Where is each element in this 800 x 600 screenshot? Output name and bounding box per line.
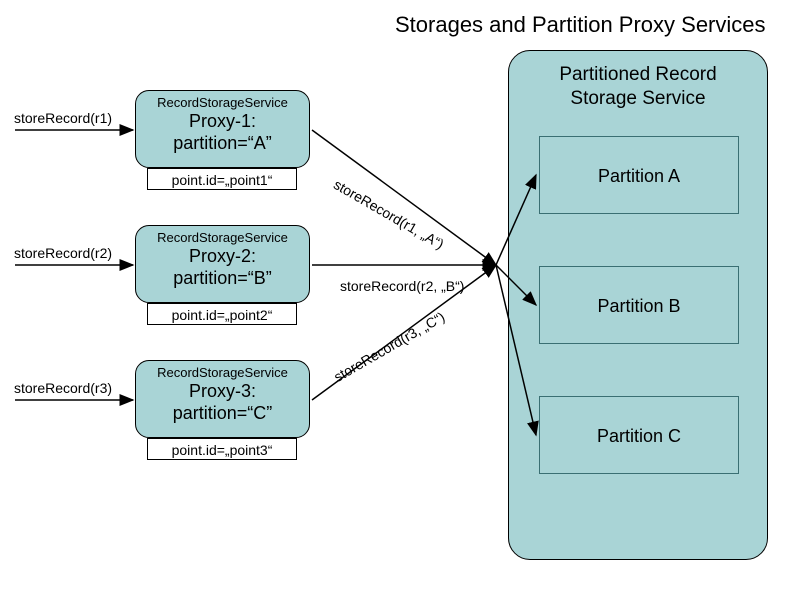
proxy-1-name: Proxy-1:	[136, 110, 309, 132]
proxy-3-pointid: point.id=„point3“	[147, 438, 297, 460]
partition-c-box: Partition C	[539, 396, 739, 474]
proxy-1-box: RecordStorageService Proxy-1: partition=…	[135, 90, 310, 168]
proxy-3-partition: partition=“C”	[136, 402, 309, 424]
incoming-call-1-label: storeRecord(r1)	[14, 110, 112, 126]
storage-title-line1: Partitioned Record	[559, 64, 716, 85]
storage-service-box: Partitioned Record Storage Service Parti…	[508, 50, 768, 560]
route-call-1-label: storeRecord(r1, „A“)	[331, 176, 447, 252]
storage-title-line2: Storage Service	[570, 88, 705, 109]
incoming-call-3-label: storeRecord(r3)	[14, 380, 112, 396]
proxy-2-service-label: RecordStorageService	[136, 230, 309, 245]
partition-b-box: Partition B	[539, 266, 739, 344]
proxy-2-name: Proxy-2:	[136, 245, 309, 267]
diagram-title: Storages and Partition Proxy Services	[395, 12, 766, 38]
proxy-1-partition: partition=“A”	[136, 132, 309, 154]
proxy-1-service-label: RecordStorageService	[136, 95, 309, 110]
partition-a-box: Partition A	[539, 136, 739, 214]
proxy-2-box: RecordStorageService Proxy-2: partition=…	[135, 225, 310, 303]
proxy-2-pointid: point.id=„point2“	[147, 303, 297, 325]
proxy-3-name: Proxy-3:	[136, 380, 309, 402]
proxy-3-box: RecordStorageService Proxy-3: partition=…	[135, 360, 310, 438]
storage-service-title: Partitioned Record Storage Service	[509, 63, 767, 111]
route-call-3-label: storeRecord(r3, „C“)	[331, 308, 447, 384]
proxy-1-pointid: point.id=„point1“	[147, 168, 297, 190]
proxy-2-partition: partition=“B”	[136, 267, 309, 289]
route-call-2-label: storeRecord(r2, „B“)	[340, 278, 464, 294]
incoming-call-2-label: storeRecord(r2)	[14, 245, 112, 261]
proxy-3-service-label: RecordStorageService	[136, 365, 309, 380]
